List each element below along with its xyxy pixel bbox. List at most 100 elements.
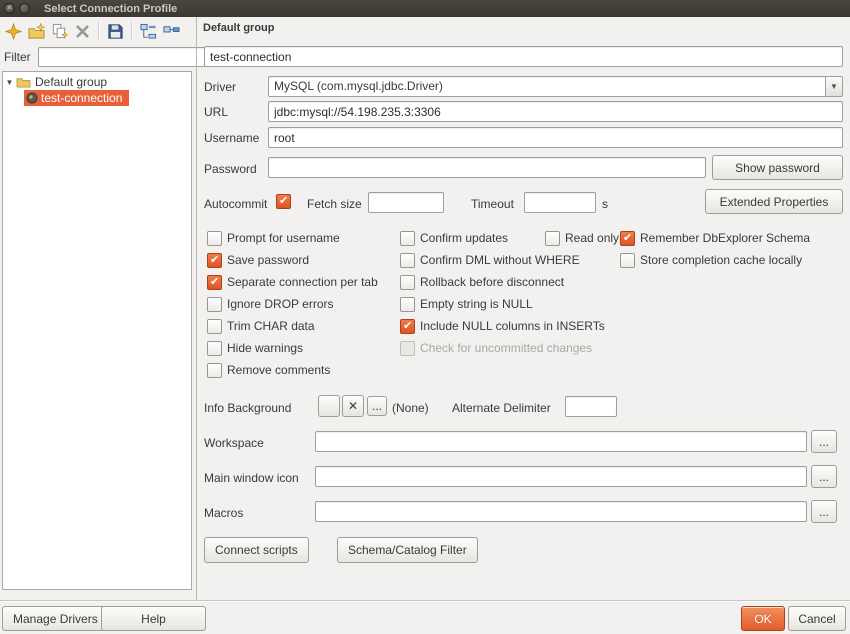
info-background-browse-button[interactable]: ... [367, 396, 387, 416]
option-label: Hide warnings [227, 341, 303, 355]
collapse-groups-button[interactable] [160, 19, 183, 43]
option-label: Ignore DROP errors [227, 297, 333, 311]
autocommit-label: Autocommit [204, 197, 267, 212]
checkbox-icon [400, 253, 415, 268]
option-label: Store completion cache locally [640, 253, 802, 267]
info-background-color-button[interactable] [318, 395, 340, 417]
collapse-groups-icon [163, 23, 180, 40]
tree-item-selected[interactable]: test-connection [24, 90, 129, 106]
save-icon [107, 23, 124, 40]
option-remember-dbexplorer-schema[interactable]: Remember DbExplorer Schema [620, 227, 850, 249]
chevron-down-icon[interactable]: ▼ [825, 76, 843, 97]
profile-toolbar [0, 17, 196, 45]
folder-icon [16, 76, 31, 88]
timeout-label: Timeout [471, 197, 514, 212]
username-input[interactable] [268, 127, 843, 148]
tree-group-default[interactable]: ▼ Default group [3, 74, 191, 90]
manage-drivers-button[interactable]: Manage Drivers [2, 606, 109, 631]
checkbox-icon [400, 275, 415, 290]
alternate-delimiter-label: Alternate Delimiter [452, 401, 551, 416]
toolbar-separator [131, 22, 133, 40]
timeout-input[interactable] [524, 192, 596, 213]
main-window-icon-input[interactable] [315, 466, 807, 487]
ellipsis-icon: ... [819, 435, 829, 449]
option-prompt-for-username[interactable]: Prompt for username [207, 227, 400, 249]
checkbox-icon [207, 341, 222, 356]
timeout-unit: s [602, 197, 608, 212]
option-label: Read only [565, 231, 619, 245]
options-column-1: Prompt for username Save password Separa… [207, 227, 400, 381]
workspace-label: Workspace [204, 436, 264, 451]
connect-scripts-button[interactable]: Connect scripts [204, 537, 309, 563]
macros-browse-button[interactable]: ... [811, 500, 837, 523]
cancel-button[interactable]: Cancel [788, 606, 846, 631]
option-label: Save password [227, 253, 309, 267]
expand-groups-button[interactable] [137, 19, 160, 43]
schema-catalog-filter-button[interactable]: Schema/Catalog Filter [337, 537, 478, 563]
alternate-delimiter-input[interactable] [565, 396, 617, 417]
workspace-browse-button[interactable]: ... [811, 430, 837, 453]
tree-item-label: test-connection [41, 91, 122, 105]
info-background-label: Info Background [204, 401, 291, 416]
option-ignore-drop-errors[interactable]: Ignore DROP errors [207, 293, 400, 315]
help-button[interactable]: Help [101, 606, 206, 631]
driver-combobox[interactable]: MySQL (com.mysql.jdbc.Driver) ▼ [268, 76, 843, 97]
checkbox-icon [545, 231, 560, 246]
new-group-icon [28, 23, 45, 40]
option-confirm-dml-without-where[interactable]: Confirm DML without WHERE [400, 249, 545, 271]
option-rollback-before-disconnect[interactable]: Rollback before disconnect [400, 271, 545, 293]
checkbox-icon [207, 275, 222, 290]
option-store-completion-cache-locally[interactable]: Store completion cache locally [620, 249, 850, 271]
save-profiles-button[interactable] [104, 19, 127, 43]
expander-icon[interactable]: ▼ [3, 78, 16, 87]
option-remove-comments[interactable]: Remove comments [207, 359, 400, 381]
profile-name-input[interactable] [204, 46, 843, 67]
info-background-clear-button[interactable]: ✕ [342, 395, 364, 417]
window-minimize-button[interactable] [19, 3, 30, 14]
expand-groups-icon [140, 23, 157, 40]
footer-bar: Manage Drivers Help OK Cancel [0, 600, 850, 634]
checkbox-icon [400, 297, 415, 312]
delete-profile-button[interactable] [71, 19, 94, 43]
new-profile-button[interactable] [2, 19, 25, 43]
options-column-2: Confirm updates Confirm DML without WHER… [400, 227, 545, 381]
option-trim-char-data[interactable]: Trim CHAR data [207, 315, 400, 337]
group-header: Default group [203, 22, 275, 34]
option-read-only[interactable]: Read only [545, 227, 620, 249]
fetch-size-input[interactable] [368, 192, 444, 213]
extended-properties-button[interactable]: Extended Properties [705, 189, 843, 214]
option-label: Empty string is NULL [420, 297, 533, 311]
autocommit-checkbox[interactable] [276, 190, 291, 212]
checkbox-icon [400, 341, 415, 356]
window-close-button[interactable]: ✕ [4, 3, 15, 14]
filter-input[interactable] [38, 47, 205, 67]
new-group-button[interactable] [25, 19, 48, 43]
delete-icon [74, 23, 91, 40]
tree-group-label: Default group [31, 75, 111, 89]
main-window-icon-browse-button[interactable]: ... [811, 465, 837, 488]
option-save-password[interactable]: Save password [207, 249, 400, 271]
url-label: URL [204, 105, 228, 120]
checkbox-icon [207, 363, 222, 378]
option-separate-connection-per-tab[interactable]: Separate connection per tab [207, 271, 400, 293]
toolbar-separator [98, 22, 100, 40]
checkbox-icon [207, 319, 222, 334]
macros-input[interactable] [315, 501, 807, 522]
copy-profile-button[interactable] [48, 19, 71, 43]
macros-label: Macros [204, 506, 243, 521]
checkbox-icon [400, 319, 415, 334]
show-password-button[interactable]: Show password [712, 155, 843, 180]
filter-row: Filter [4, 47, 192, 67]
option-include-null-columns-in-inserts[interactable]: Include NULL columns in INSERTs [400, 315, 545, 337]
copy-profile-icon [51, 23, 68, 40]
workspace-input[interactable] [315, 431, 807, 452]
profile-tree[interactable]: ▼ Default group test-connection [2, 71, 192, 590]
url-input[interactable] [268, 101, 843, 122]
option-empty-string-is-null[interactable]: Empty string is NULL [400, 293, 545, 315]
option-hide-warnings[interactable]: Hide warnings [207, 337, 400, 359]
tree-item-test-connection[interactable]: test-connection [3, 90, 191, 106]
ok-button[interactable]: OK [741, 606, 785, 631]
option-confirm-updates[interactable]: Confirm updates [400, 227, 545, 249]
checkbox-icon [207, 297, 222, 312]
password-input[interactable] [268, 157, 706, 178]
